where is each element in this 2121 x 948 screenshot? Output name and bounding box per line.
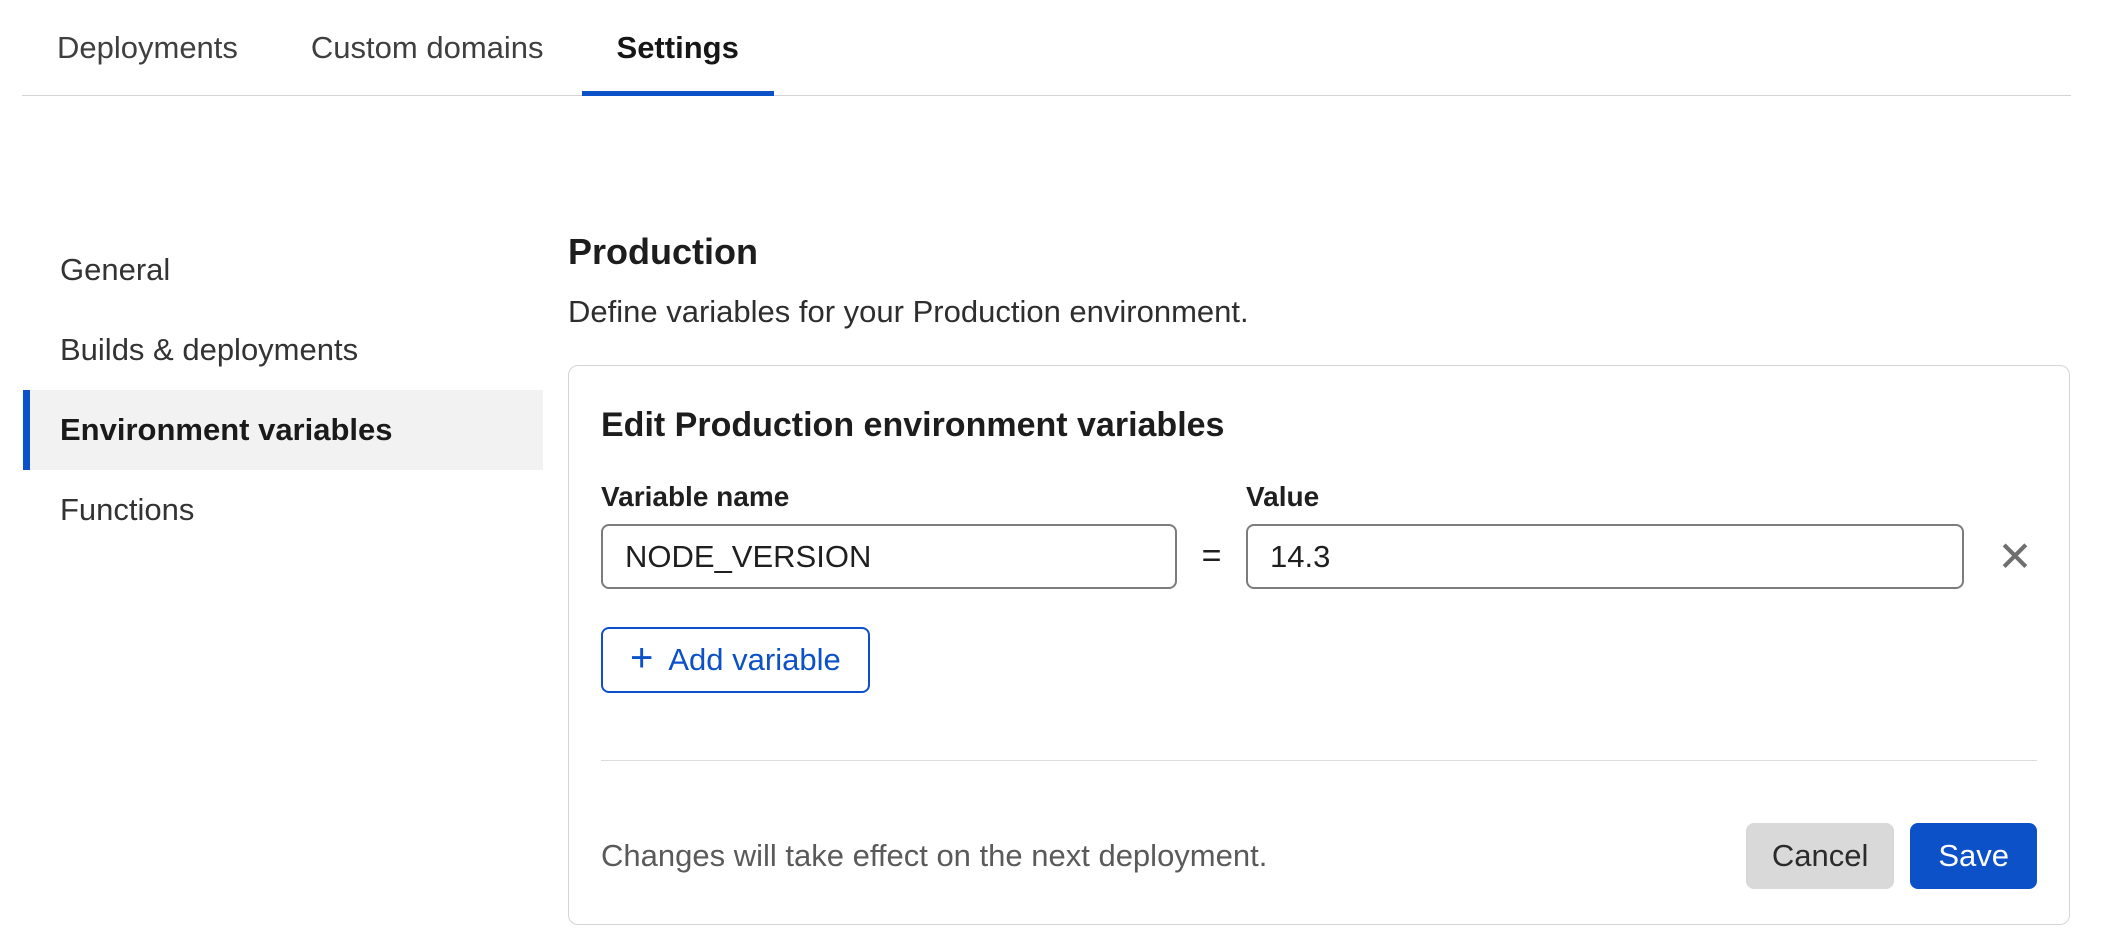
sidebar-item-environment-variables[interactable]: Environment variables (23, 390, 543, 470)
value-label: Value (1246, 483, 1964, 511)
env-vars-card: Edit Production environment variables Va… (568, 365, 2070, 925)
plus-icon: + (630, 638, 653, 678)
settings-main-panel: Production Define variables for your Pro… (568, 230, 2070, 925)
tab-custom-domains[interactable]: Custom domains (276, 0, 579, 95)
remove-variable-button[interactable]: ✕ (1993, 524, 2037, 589)
footer-note: Changes will take effect on the next dep… (601, 838, 1267, 874)
add-variable-button[interactable]: + Add variable (601, 627, 870, 693)
close-icon: ✕ (1997, 536, 2032, 578)
card-footer: Changes will take effect on the next dep… (601, 823, 2037, 889)
value-input[interactable] (1246, 524, 1964, 589)
variable-name-input[interactable] (601, 524, 1177, 589)
card-title: Edit Production environment variables (601, 403, 2037, 447)
page-description: Define variables for your Production env… (568, 295, 2070, 329)
tab-settings[interactable]: Settings (582, 0, 774, 95)
add-variable-label: Add variable (668, 642, 840, 678)
cancel-button[interactable]: Cancel (1746, 823, 1895, 889)
equals-sign: = (1177, 537, 1246, 576)
save-button[interactable]: Save (1910, 823, 2037, 889)
variable-name-label: Variable name (601, 483, 1177, 511)
tab-deployments[interactable]: Deployments (22, 0, 273, 95)
settings-sidebar: General Builds & deployments Environment… (23, 230, 543, 550)
sidebar-item-general[interactable]: General (23, 230, 543, 310)
footer-actions: Cancel Save (1746, 823, 2037, 889)
sidebar-item-functions[interactable]: Functions (23, 470, 543, 550)
page-title: Production (568, 230, 2070, 274)
card-divider (601, 760, 2037, 761)
sidebar-item-builds-deployments[interactable]: Builds & deployments (23, 310, 543, 390)
variable-row: Variable name Value = ✕ (601, 483, 2037, 589)
project-tab-bar: Deployments Custom domains Settings (22, 0, 2071, 96)
